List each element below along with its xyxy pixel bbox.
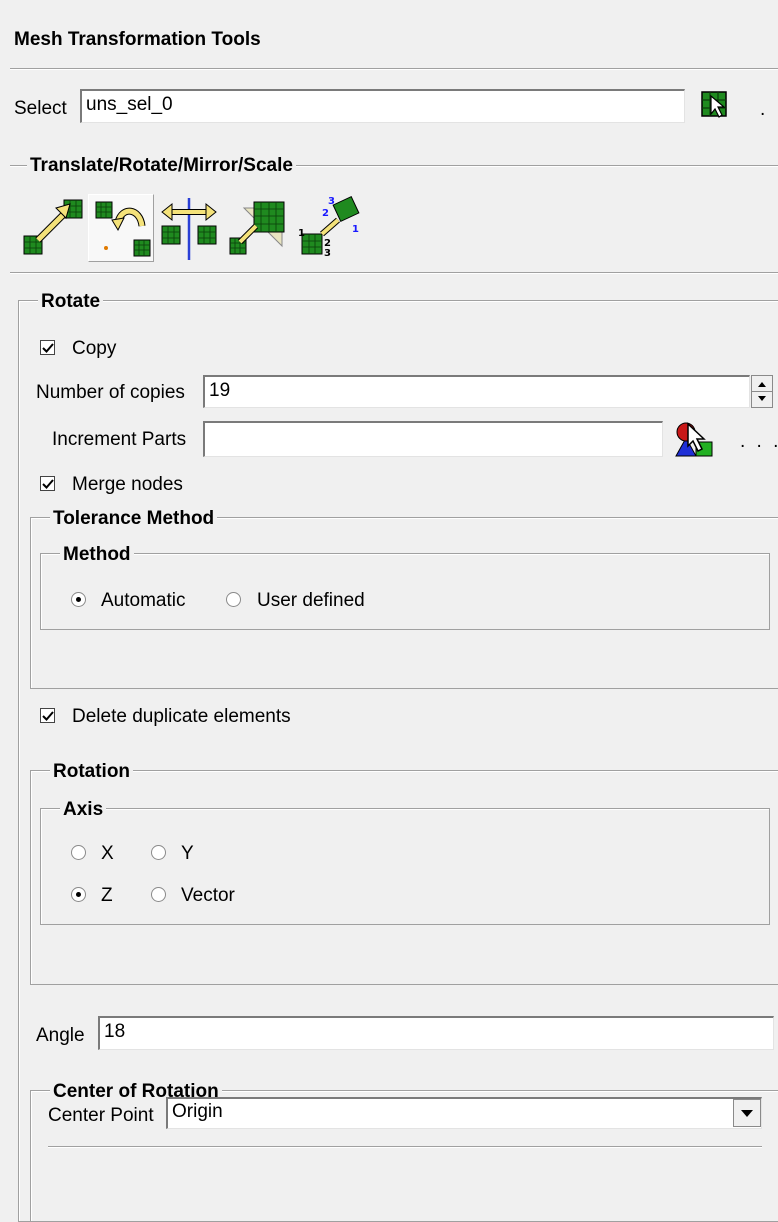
increment-parts-more-button[interactable]: . . . [740,432,778,451]
axis-vector-label: Vector [181,885,235,906]
copy-label: Copy [72,338,117,359]
merge-nodes-label: Merge nodes [72,474,183,495]
delete-duplicates-checkbox[interactable] [40,708,55,723]
tools-divider [10,272,778,274]
axis-x-label: X [101,843,114,864]
scale-mesh-icon[interactable] [226,196,294,262]
axis-group [40,808,770,925]
tolerance-method-legend: Tolerance Method [50,509,218,528]
axis-x-radio[interactable] [71,845,86,860]
automatic-radio[interactable] [71,592,86,607]
axis-legend: Axis [60,800,107,819]
transform-group-legend: Translate/Rotate/Mirror/Scale [27,156,296,175]
center-point-dropdown-arrow[interactable] [733,1099,761,1127]
user-defined-label: User defined [257,590,365,611]
angle-input[interactable]: 18 [98,1016,774,1050]
select-cursor-icon[interactable] [700,90,732,120]
axis-z-radio[interactable] [71,887,86,902]
method-legend: Method [60,545,134,564]
mirror-mesh-icon[interactable] [158,196,224,262]
svg-text:3: 3 [328,196,335,207]
rotation-legend: Rotation [50,762,134,781]
select-input[interactable]: uns_sel_0 [80,89,685,123]
select-label: Select [14,98,67,119]
center-point-label: Center Point [48,1105,154,1126]
axis-y-label: Y [181,843,194,864]
number-of-copies-stepper[interactable] [751,375,773,408]
user-defined-radio[interactable] [226,592,241,607]
axis-y-radio[interactable] [151,845,166,860]
automatic-label: Automatic [101,590,186,611]
three-point-transform-icon[interactable]: 3 2 1 1 2 3 [296,194,364,262]
axis-vector-radio[interactable] [151,887,166,902]
select-more-button[interactable]: . . [760,100,778,119]
header-divider [10,68,778,70]
number-of-copies-label: Number of copies [36,382,185,403]
increment-parts-label: Increment Parts [52,429,187,450]
delete-duplicates-label: Delete duplicate elements [72,706,291,727]
svg-text:1: 1 [352,224,359,235]
panel-title: Mesh Transformation Tools [14,29,261,50]
select-parts-icon[interactable] [672,420,718,460]
translate-mesh-icon[interactable] [20,196,88,262]
number-of-copies-input[interactable]: 19 [203,375,750,408]
axis-z-label: Z [101,885,113,906]
increment-parts-input[interactable] [203,421,663,457]
svg-text:2: 2 [322,208,329,219]
copy-checkbox[interactable] [40,340,55,355]
svg-text:1: 1 [298,228,305,239]
center-group-divider [48,1146,762,1148]
rotate-mesh-icon[interactable] [90,196,154,262]
svg-text:3: 3 [324,248,331,259]
center-point-select[interactable]: Origin [166,1097,762,1129]
merge-nodes-checkbox[interactable] [40,476,55,491]
angle-label: Angle [36,1025,85,1046]
rotate-group-legend: Rotate [38,292,104,311]
